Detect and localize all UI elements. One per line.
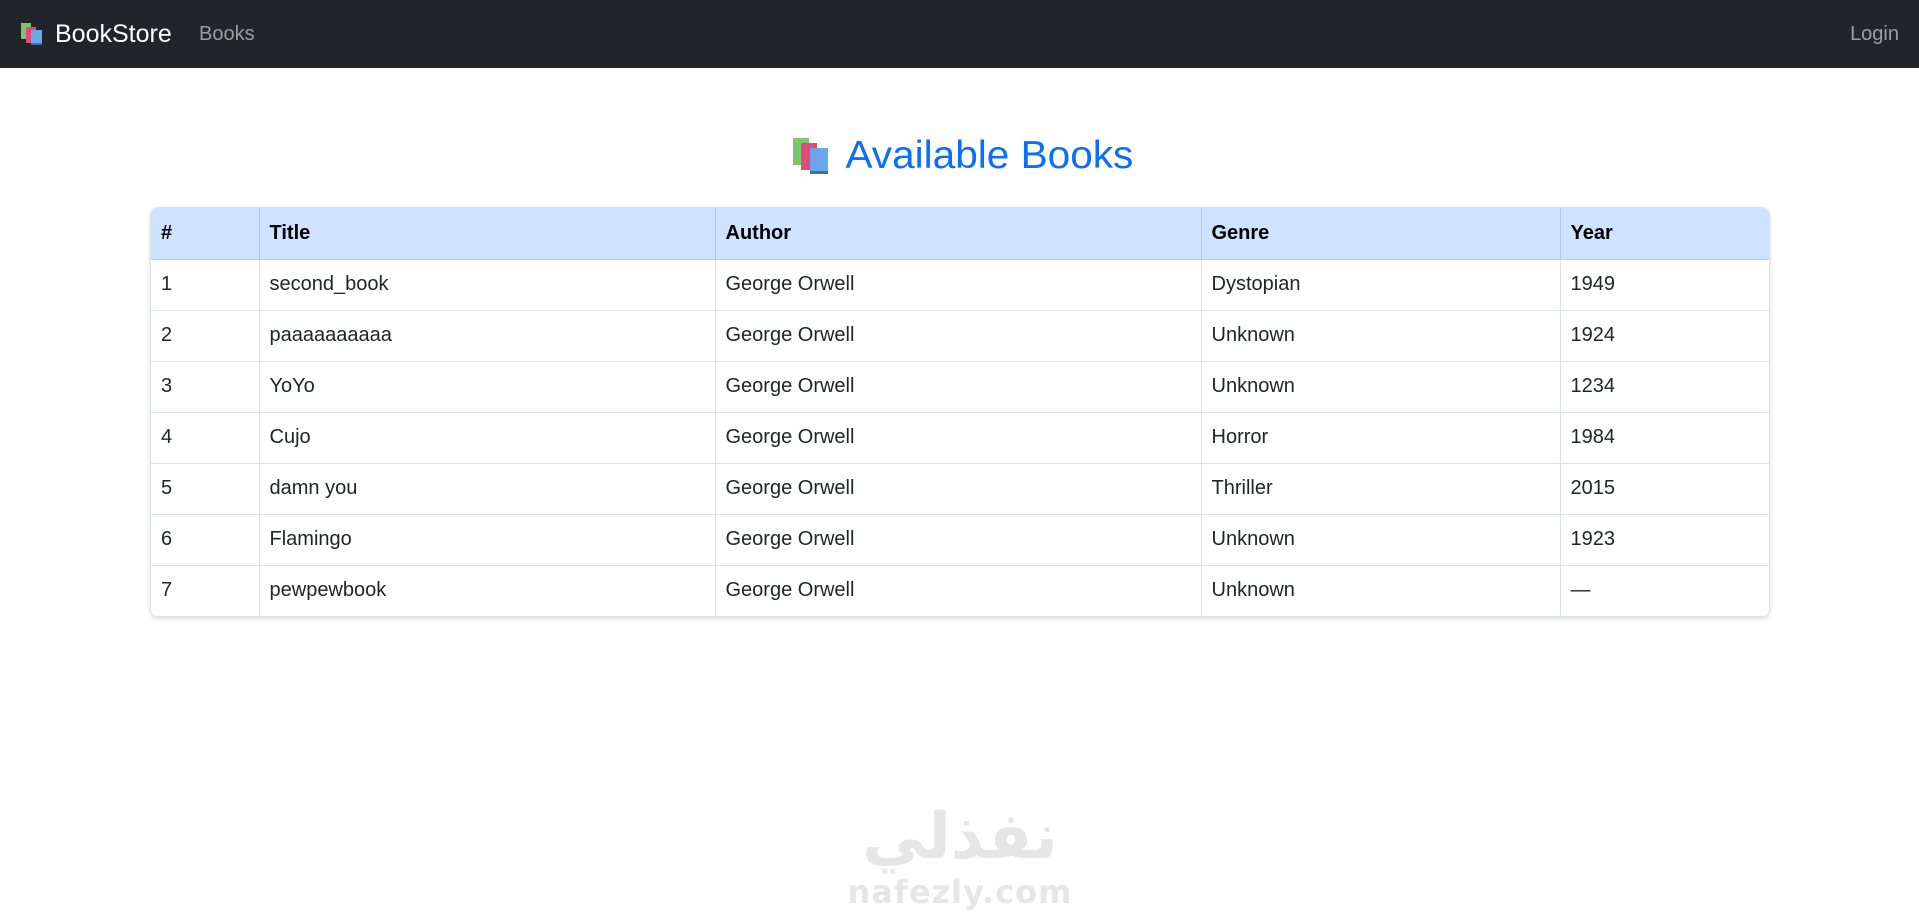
cell-title: paaaaaaaaaa — [259, 310, 716, 362]
cell-author: George Orwell — [715, 412, 1202, 464]
page-heading: Available Books — [0, 128, 1919, 184]
cell-year: 2015 — [1560, 463, 1769, 515]
cell-title: damn you — [259, 463, 716, 515]
cell-number: 2 — [151, 310, 260, 362]
cell-author: George Orwell — [715, 259, 1202, 311]
cell-number: 6 — [151, 514, 260, 566]
cell-genre: Unknown — [1201, 361, 1561, 413]
cell-author: George Orwell — [715, 361, 1202, 413]
header-genre: Genre — [1201, 208, 1561, 260]
table-row: 7 pewpewbook George Orwell Unknown — — [151, 565, 1769, 616]
books-icon — [21, 23, 42, 45]
brand-name: BookStore — [55, 19, 172, 48]
cell-author: George Orwell — [715, 463, 1202, 515]
cell-number: 7 — [151, 565, 260, 616]
cell-number: 4 — [151, 412, 260, 464]
cell-title: Flamingo — [259, 514, 716, 566]
cell-year: — — [1570, 579, 1591, 602]
cell-number: 5 — [151, 463, 260, 515]
header-title: Title — [259, 208, 716, 260]
header-author: Author — [715, 208, 1202, 260]
books-icon — [793, 138, 829, 174]
cell-number: 1 — [151, 259, 260, 311]
table-row: 3 YoYo George Orwell Unknown 1234 — [151, 361, 1769, 413]
table-row: 6 Flamingo George Orwell Unknown 1923 — [151, 514, 1769, 566]
table-row: 5 damn you George Orwell Thriller 2015 — [151, 463, 1769, 515]
cell-genre: Unknown — [1201, 514, 1561, 566]
brand-link[interactable]: BookStore — [19, 0, 172, 68]
cell-author: George Orwell — [715, 514, 1202, 566]
navbar: BookStore Books Login — [0, 0, 1919, 68]
cell-number: 3 — [151, 361, 260, 413]
cell-year: 1984 — [1560, 412, 1769, 464]
header-year: Year — [1560, 208, 1769, 260]
cell-author: George Orwell — [715, 310, 1202, 362]
cell-year: 1924 — [1560, 310, 1769, 362]
cell-genre: Horror — [1201, 412, 1561, 464]
cell-year: 1234 — [1560, 361, 1769, 413]
table-row: 1 second_book George Orwell Dystopian 19… — [151, 259, 1769, 311]
watermark-latin: nafezly.com — [847, 873, 1073, 911]
table-row: 2 paaaaaaaaaa George Orwell Unknown 1924 — [151, 310, 1769, 362]
cell-year: 1923 — [1560, 514, 1769, 566]
table-row: 4 Cujo George Orwell Horror 1984 — [151, 412, 1769, 464]
cell-title: YoYo — [259, 361, 716, 413]
watermark-logo: نفذلي nafezly.com — [847, 800, 1073, 913]
cell-title: Cujo — [259, 412, 716, 464]
table-header-row: # Title Author Genre Year — [151, 208, 1769, 260]
header-number: # — [151, 208, 260, 260]
cell-genre: Thriller — [1201, 463, 1561, 515]
nav-books-link[interactable]: Books — [199, 0, 255, 68]
cell-title: second_book — [259, 259, 716, 311]
cell-title: pewpewbook — [259, 565, 716, 616]
books-table: # Title Author Genre Year 1 second_book … — [150, 207, 1770, 617]
cell-genre: Dystopian — [1201, 259, 1561, 311]
nav-login-link[interactable]: Login — [1850, 0, 1899, 68]
cell-author: George Orwell — [715, 565, 1202, 616]
page-title: Available Books — [845, 134, 1134, 177]
cell-year: 1949 — [1560, 259, 1769, 311]
cell-genre: Unknown — [1201, 565, 1561, 616]
watermark-arabic: نفذلي — [862, 800, 1058, 874]
cell-genre: Unknown — [1201, 310, 1561, 362]
